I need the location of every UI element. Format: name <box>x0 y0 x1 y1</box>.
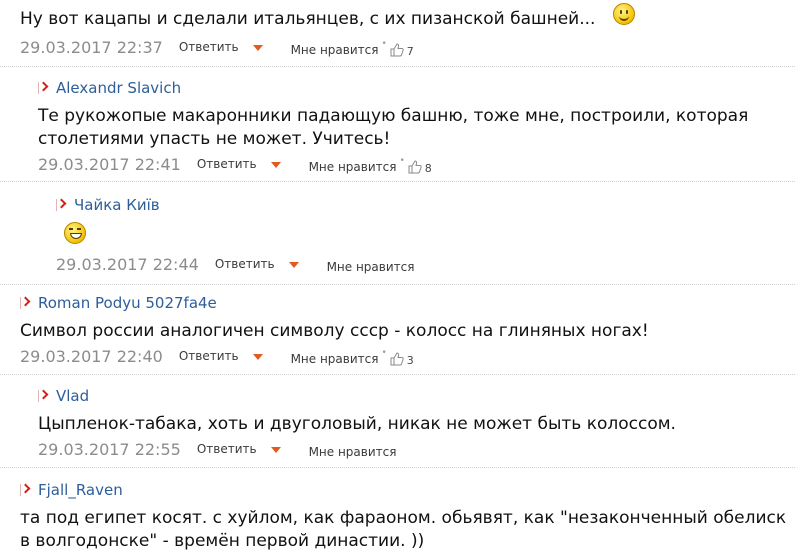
comment-author[interactable]: Roman Podyu 5027fa4e <box>38 294 217 312</box>
thumbs-up-icon[interactable] <box>390 42 404 57</box>
comment-date: 29.03.2017 22:37 <box>20 37 163 57</box>
comment-author[interactable]: Fjall_Raven <box>38 481 123 499</box>
comment-text: Ну вот кацапы и сделали итальянцев, с их… <box>20 3 795 34</box>
caret-down-icon[interactable] <box>252 354 263 360</box>
comment-author-line: Vlad <box>38 385 795 407</box>
comment-meta: 29.03.2017 22:40 Ответить Мне нравится •… <box>20 346 795 367</box>
reply-button[interactable]: Ответить <box>179 349 239 363</box>
comment-author[interactable]: Чайка Київ <box>74 196 160 214</box>
caret-down-icon[interactable] <box>288 262 299 268</box>
comment-text: Цыпленок-табака, хоть и двуголовый, ника… <box>38 414 676 434</box>
reply-button[interactable]: Ответить <box>197 442 257 456</box>
thumbs-up-icon[interactable] <box>408 159 422 174</box>
divider <box>0 181 795 182</box>
comment-date: 29.03.2017 22:44 <box>56 254 199 274</box>
like-button[interactable]: Мне нравится <box>309 160 397 174</box>
separator-dot: • <box>381 39 387 49</box>
comment: Alexandr Slavich Те рукожопые макаронник… <box>0 77 795 175</box>
comment-date: 29.03.2017 22:40 <box>20 346 163 366</box>
comment-date: 29.03.2017 22:41 <box>38 154 181 174</box>
divider <box>0 374 795 375</box>
caret-down-icon[interactable] <box>252 45 263 51</box>
like-button[interactable]: Мне нравится <box>327 260 415 274</box>
reply-arrow-icon <box>56 199 66 211</box>
divider <box>0 467 795 468</box>
comment: Fjall_Raven та под египет косят. с хуйло… <box>0 479 795 553</box>
laughing-emoji-icon <box>64 222 86 244</box>
like-button[interactable]: Мне нравится <box>291 43 379 57</box>
caret-down-icon[interactable] <box>270 162 281 168</box>
thumbs-up-icon[interactable] <box>390 351 404 366</box>
comment-body <box>56 222 795 244</box>
comment-text: та под египет косят. с хуйлом, как фарао… <box>20 508 787 551</box>
reply-arrow-icon <box>20 297 30 309</box>
comment-meta: 29.03.2017 22:41 Ответить Мне нравится •… <box>38 154 795 175</box>
comment-author-line: Чайка Київ <box>56 194 795 216</box>
like-button[interactable]: Мне нравится <box>291 352 379 366</box>
comment-meta: 29.03.2017 22:55 Ответить Мне нравится <box>38 439 795 460</box>
comment-thread: Ну вот кацапы и сделали итальянцев, с их… <box>0 0 795 556</box>
like-count: 8 <box>424 161 432 175</box>
reply-arrow-icon <box>38 390 48 402</box>
comment-date: 29.03.2017 22:55 <box>38 439 181 459</box>
reply-arrow-icon <box>20 484 30 496</box>
caret-down-icon[interactable] <box>270 447 281 453</box>
comment-author-line: Roman Podyu 5027fa4e <box>20 292 795 314</box>
comment-text: Символ россии аналогичен символу ссср - … <box>20 321 649 341</box>
comment-author-line: Alexandr Slavich <box>38 77 795 99</box>
reply-arrow-icon <box>38 82 48 94</box>
separator-dot: • <box>381 348 387 358</box>
divider <box>0 66 795 67</box>
comment: Чайка Київ 29.03.2017 22:44 Ответить Мне… <box>0 194 795 274</box>
comment-author[interactable]: Vlad <box>56 387 89 405</box>
comment: Vlad Цыпленок-табака, хоть и двуголовый,… <box>0 385 795 459</box>
like-count: 7 <box>406 44 414 58</box>
comment: Ну вот кацапы и сделали итальянцев, с их… <box>0 3 795 58</box>
comment-meta: 29.03.2017 22:44 Ответить Мне нравится <box>56 254 795 275</box>
reply-button[interactable]: Ответить <box>179 40 239 54</box>
like-count: 3 <box>406 353 414 367</box>
like-button[interactable]: Мне нравится <box>309 445 397 459</box>
comment-meta: 29.03.2017 22:37 Ответить Мне нравится •… <box>20 37 795 58</box>
comment-author[interactable]: Alexandr Slavich <box>56 79 181 97</box>
reply-button[interactable]: Ответить <box>197 157 257 171</box>
reply-button[interactable]: Ответить <box>215 257 275 271</box>
divider <box>0 284 795 285</box>
separator-dot: • <box>399 156 405 166</box>
comment: Roman Podyu 5027fa4e Символ россии анало… <box>0 292 795 367</box>
comment-text: Те рукожопые макаронники падающую башню,… <box>38 106 749 149</box>
smile-emoji-icon <box>612 3 635 25</box>
comment-author-line: Fjall_Raven <box>20 479 795 501</box>
